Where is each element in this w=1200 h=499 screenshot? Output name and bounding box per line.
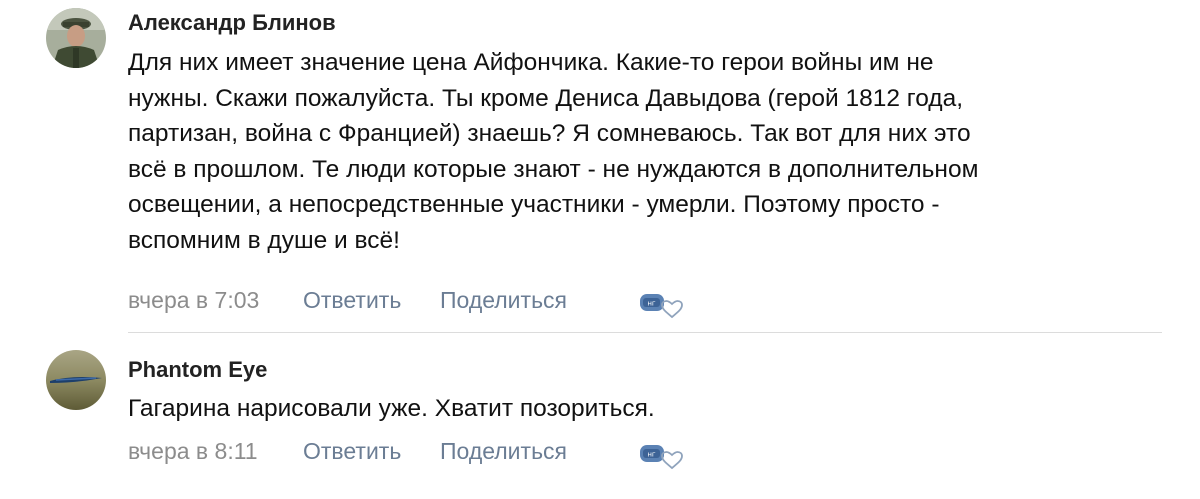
sticker-heart-icon: нг [640, 445, 683, 470]
reply-button[interactable]: Ответить [303, 436, 401, 466]
svg-text:нг: нг [647, 300, 656, 308]
share-button[interactable]: Поделиться [440, 436, 567, 466]
comment-timestamp[interactable]: вчера в 8:11 [128, 436, 258, 466]
comment-timestamp[interactable]: вчера в 7:03 [128, 285, 259, 315]
comment-text-line: нужны. Скажи пожалуйста. Ты кроме Дениса… [128, 84, 964, 112]
comment-text: Для них имеет значение цена Айфончика. К… [128, 45, 1128, 258]
author-avatar[interactable] [46, 350, 106, 410]
comment-text-line: Для них имеет значение цена Айфончика. К… [128, 49, 934, 76]
reaction-button[interactable]: нг [639, 444, 689, 470]
author-name[interactable]: Phantom Eye [128, 357, 267, 383]
reply-button[interactable]: Ответить [303, 285, 401, 315]
comment-text: Гагарина нарисовали уже. Хватит позорить… [128, 391, 1128, 427]
comment-divider [128, 332, 1162, 333]
share-button[interactable]: Поделиться [440, 285, 567, 315]
comment-text-line: Гагарина нарисовали уже. Хватит позорить… [128, 395, 655, 422]
comment-text-line: партизан, война с Францией) знаешь? Я со… [128, 120, 971, 147]
author-avatar[interactable] [46, 8, 106, 68]
military-portrait-avatar-icon [46, 8, 106, 68]
aircraft-avatar-icon [46, 350, 106, 410]
svg-text:нг: нг [647, 451, 656, 459]
comment-text-line: вспомним в душе и всё! [128, 226, 400, 254]
comment-text-line: освещении, а непосредственные участники … [128, 191, 940, 218]
author-name[interactable]: Александр Блинов [128, 10, 336, 36]
sticker-heart-icon: нг [640, 294, 683, 319]
reaction-button[interactable]: нг [639, 293, 689, 319]
comment-text-line: всё в прошлом. Те люди которые знают - н… [128, 155, 979, 183]
